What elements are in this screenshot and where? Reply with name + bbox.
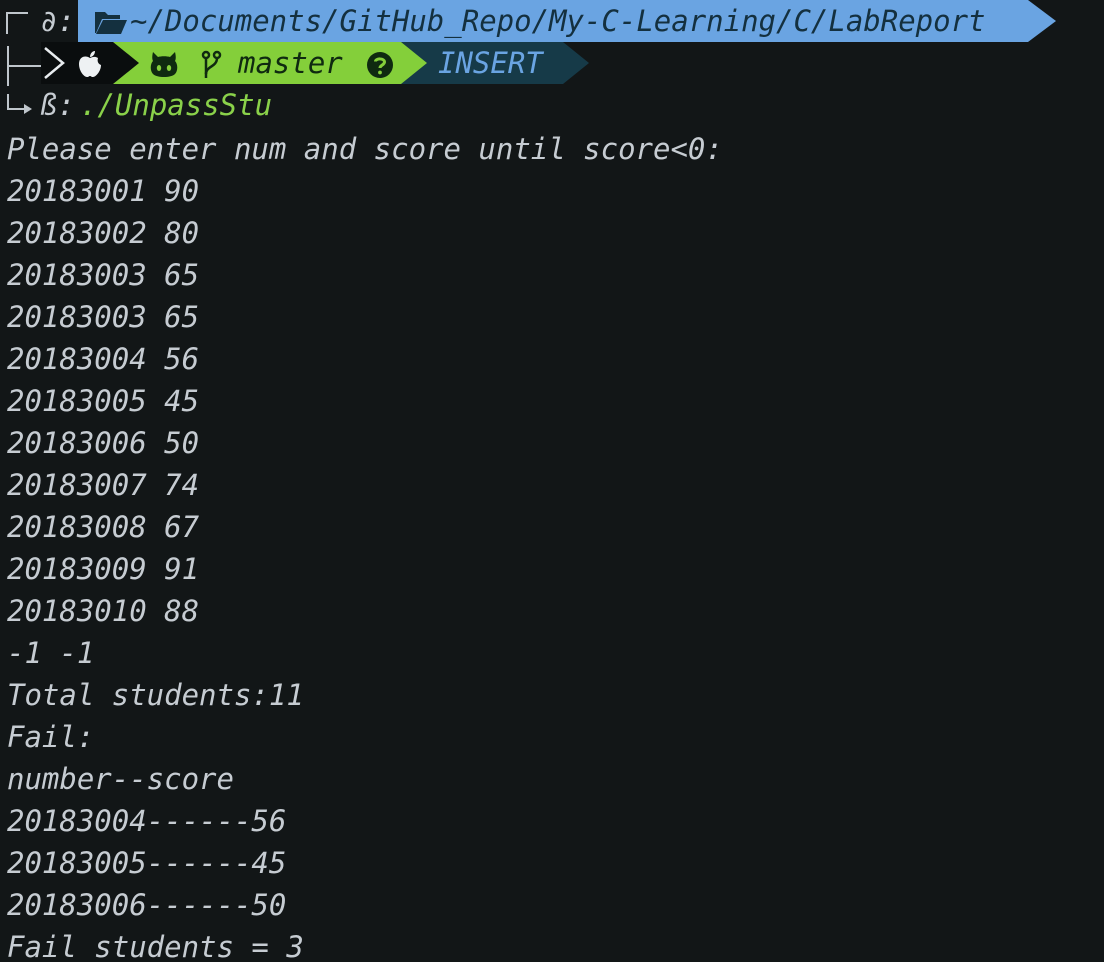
folder-icon [95,12,127,34]
output-line: number--score [7,762,234,796]
prompt-prefix-top: ∂: [40,4,75,38]
output-line: 20183006 50 [7,426,200,460]
output-line: 20183003 65 [7,258,200,292]
vi-mode-indicator: INSERT [438,46,543,80]
command-text[interactable]: ./UnpassStu [80,84,272,126]
output-line: Fail: [7,720,95,754]
mode-segment-arrow [563,42,589,84]
prompt-corner-top [6,12,28,34]
chevron-right-icon [44,47,65,79]
git-segment-arrow [401,42,427,84]
apple-icon [79,51,101,77]
prompt-tree-branch [7,65,41,67]
output-line: -1 -1 [7,636,95,670]
github-icon [150,52,178,77]
output-line: 20183002 80 [7,216,200,250]
os-segment-arrow [113,42,139,84]
branch-icon [201,50,222,78]
output-line: 20183006------50 [7,888,287,922]
output-line: 20183005 45 [7,384,200,418]
output-line: 20183003 65 [7,300,200,334]
question-icon [367,52,393,78]
path-segment-arrow [1028,0,1056,42]
output-line: 20183004------56 [7,804,287,838]
output-line: Fail students = 3 [7,930,304,962]
prompt-corner-arrow [24,104,32,114]
output-line: 20183005------45 [7,846,287,880]
output-line: 20183001 90 [7,174,200,208]
prompt-prefix-bottom: ß: [40,88,75,122]
terminal-window[interactable]: ∂: ~/Documents/GitHub_Repo/My-C-Learning… [0,0,1104,962]
output-line: 20183009 91 [7,552,200,586]
output-line: 20183008 67 [7,510,200,544]
output-line: 20183004 56 [7,342,200,376]
output-line: Total students:11 [7,678,304,712]
cwd-path: ~/Documents/GitHub_Repo/My-C-Learning/C/… [130,4,986,38]
output-line: 20183010 88 [7,594,200,628]
git-branch: master [238,46,343,80]
output-line: Please enter num and score until score<0… [7,132,723,166]
output-line: 20183007 74 [7,468,200,502]
